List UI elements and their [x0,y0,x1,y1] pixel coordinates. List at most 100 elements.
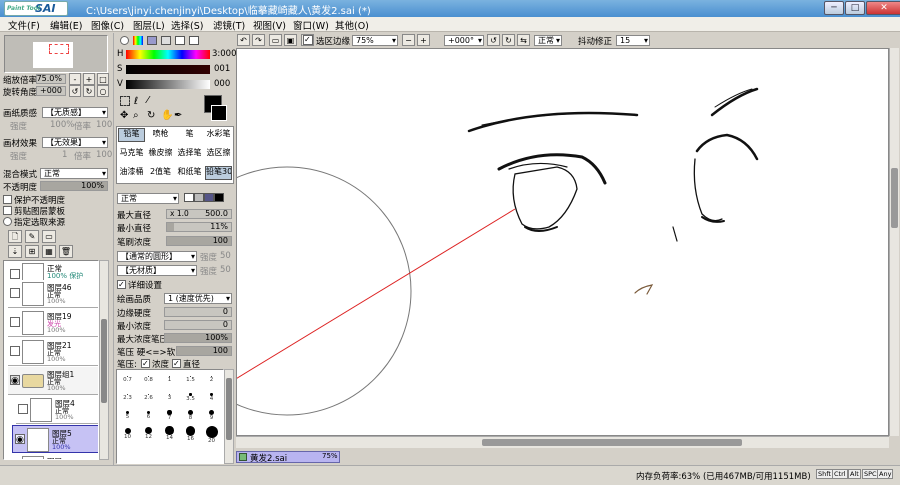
navigator-preview[interactable] [4,35,108,73]
max-size-slider[interactable]: x 1.0 500.0 [166,209,232,219]
layer-item[interactable]: 图层46 正常 100% [8,280,98,308]
color-history-icon[interactable] [189,36,199,45]
swatch-icon[interactable] [161,36,171,45]
tool-pencil[interactable]: 铅笔 [118,128,145,142]
flip-icon[interactable]: ⇆ [517,34,530,46]
hand-icon[interactable]: ✋ [161,110,173,121]
visibility-toggle[interactable]: ◉ [15,434,25,445]
brush-size-preset[interactable]: 20 [205,426,218,444]
rgb-slider-icon[interactable] [133,36,143,45]
detail-settings-checkbox[interactable]: ✓ [117,280,126,289]
rotate-right-button[interactable]: ↻ [83,85,95,97]
brush-size-preset[interactable]: 0.7 [121,372,134,388]
layer-scroll-thumb[interactable] [101,319,107,403]
visibility-toggle[interactable] [18,404,28,414]
paper-texture-scale-value[interactable]: 100 [96,120,112,130]
brush-size-preset[interactable]: 2.3 [121,390,134,406]
document-tab[interactable]: 黄发2.sai 75% [236,451,340,464]
rotate-slider[interactable]: +000 [36,86,66,96]
brush-texture-strength-value[interactable]: 50 [220,265,231,275]
canvas-vscroll-thumb[interactable] [891,168,898,228]
brush-shape-select[interactable]: 【通常的圆形】 [117,251,197,262]
layer-group[interactable]: ◉ 图层组1 正常 100% [8,367,98,395]
paper-effect-select[interactable]: 【无效果】 [42,137,108,148]
layer-item[interactable]: 图层4 正常 100% [16,396,98,424]
layer-item-selected[interactable]: ◉ 图层5 正常 100% [12,425,98,453]
select-edge-checkbox[interactable]: ✓ [303,35,313,45]
maximize-button[interactable]: □ [845,1,865,15]
paper-effect-strength-value[interactable]: 1 [62,150,67,160]
brush-shape-icons[interactable] [184,193,232,204]
layer-item[interactable]: 图层21 正常 100% [8,338,98,366]
transfer-down-icon[interactable]: ⇣ [8,245,22,258]
rotate-cw-icon[interactable]: ↻ [502,34,515,46]
value-value[interactable]: 000 [214,79,230,89]
minimize-button[interactable]: ─ [824,1,844,15]
visibility-toggle[interactable] [10,288,20,298]
zoom-out-button[interactable]: - [69,73,81,85]
zoom-icon[interactable]: ⌕ [133,110,139,121]
tool-washi-pen[interactable]: 和纸笔 [176,166,203,180]
new-layer-icon[interactable]: 🗋 [8,230,22,243]
color-wheel-icon[interactable] [120,36,129,45]
rotate-icon[interactable]: ↻ [147,110,155,121]
paper-texture-select[interactable]: 【无质感】 [42,107,108,118]
brush-size-preset[interactable]: 7 [163,408,176,424]
brush-size-preset[interactable]: 9 [205,408,218,424]
move-icon[interactable]: ✥ [120,110,128,121]
clear-layer-icon[interactable]: ▦ [42,245,56,258]
layer-list-scrollbar[interactable] [99,260,109,460]
zoom-slider[interactable]: 75.0% [36,74,66,84]
tool-brush[interactable]: 笔 [176,128,203,142]
tool-airbrush[interactable]: 喷枪 [147,128,174,142]
redo-icon[interactable]: ↷ [252,34,265,46]
menu-layer[interactable]: 图层(L) [133,18,165,32]
tool-select-pen[interactable]: 选择笔 [176,147,203,161]
zoom-select[interactable]: 75% [352,35,398,46]
brush-size-preset[interactable]: 3.5 [184,390,197,406]
tool-eraser[interactable]: 橡皮擦 [147,147,174,161]
rotate-ccw-icon[interactable]: ↺ [487,34,500,46]
eyedropper-icon[interactable]: ✒ [174,110,182,121]
layer-item[interactable]: 图层正常 [8,454,98,459]
rotate-reset-button[interactable]: ○ [97,85,109,97]
hue-slider[interactable] [126,50,210,59]
stabilizer-select[interactable]: 15 [616,35,650,46]
brush-density-slider[interactable]: 100 [166,236,232,246]
delete-layer-icon[interactable]: 🗑 [59,245,73,258]
pressure-size-checkbox[interactable]: ✓ [172,359,181,368]
new-folder-icon[interactable]: ▭ [42,230,56,243]
tool-binary-pen[interactable]: 2值笔 [147,166,174,180]
menu-image[interactable]: 图像(C) [91,18,124,32]
min-density-slider[interactable]: 0 [164,320,232,330]
deselect-icon[interactable]: ▭ [269,34,282,46]
layer-item[interactable]: 图层19 发光 100% [8,309,98,337]
hsv-slider-icon[interactable] [147,36,157,45]
brush-size-preset[interactable]: 2.6 [142,390,155,406]
menu-view[interactable]: 视图(V) [253,18,286,32]
tool-bucket[interactable]: 油漆桶 [118,166,145,180]
zoom-reset-button[interactable]: □ [97,73,109,85]
zoom-in-small-icon[interactable]: + [417,34,430,46]
menu-other[interactable]: 其他(O) [335,18,369,32]
tool-deselect-pen[interactable]: 选区擦 [205,147,232,161]
brush-size-preset[interactable]: 12 [142,426,155,442]
merge-down-icon[interactable]: ⊞ [25,245,39,258]
brush-texture-select[interactable]: 【无材质】 [117,265,197,276]
scratchpad-icon[interactable] [175,36,185,45]
visibility-toggle[interactable] [10,317,20,327]
invert-select-icon[interactable]: ▣ [284,34,297,46]
pressure-density-checkbox[interactable]: ✓ [141,359,150,368]
menu-edit[interactable]: 编辑(E) [50,18,82,32]
magic-wand-icon[interactable]: ⁄ [147,95,149,106]
visibility-toggle[interactable] [10,346,20,356]
close-button[interactable]: ✕ [866,1,900,15]
saturation-value[interactable]: 001 [214,64,230,74]
undo-icon[interactable]: ↶ [237,34,250,46]
max-pressure-slider[interactable]: 100% [164,333,232,343]
angle-select[interactable]: +000° [444,35,484,46]
brush-size-preset[interactable]: 2 [205,372,218,388]
protect-opacity-checkbox[interactable] [3,195,12,204]
brush-size-preset[interactable]: 5 [121,408,134,424]
menu-filter[interactable]: 滤镜(T) [213,18,245,32]
